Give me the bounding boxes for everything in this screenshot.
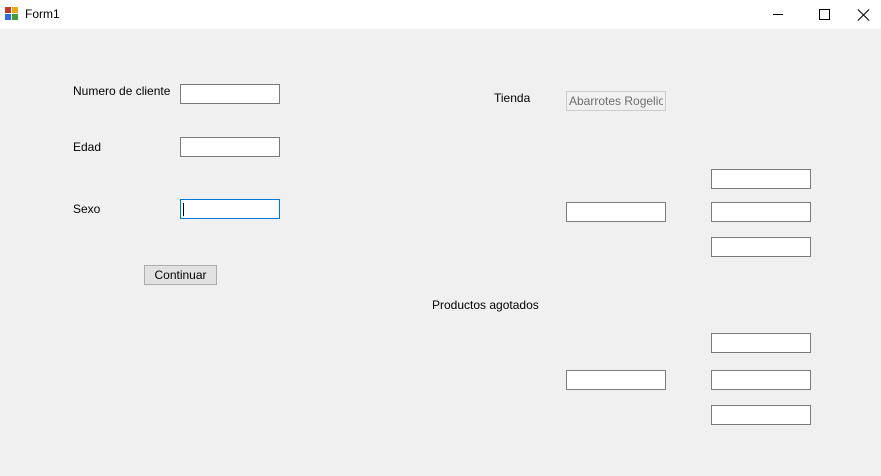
- group2-main-input[interactable]: [566, 370, 666, 390]
- age-input[interactable]: [180, 137, 280, 157]
- store-label: Tienda: [494, 91, 531, 105]
- minimize-button[interactable]: [755, 0, 801, 29]
- group2-item-input-2[interactable]: [711, 370, 811, 390]
- app-icon-blue-square: [5, 14, 11, 20]
- sex-input[interactable]: [180, 199, 280, 219]
- close-icon: [858, 9, 870, 21]
- client-number-input[interactable]: [180, 84, 280, 104]
- group1-item-input-1[interactable]: [711, 169, 811, 189]
- out-of-stock-label: Productos agotados: [432, 298, 539, 312]
- app-icon-red-square: [5, 7, 11, 13]
- sex-label: Sexo: [73, 202, 101, 216]
- group1-item-input-2[interactable]: [711, 202, 811, 222]
- client-number-label: Numero de cliente: [73, 84, 171, 98]
- age-label: Edad: [73, 140, 102, 154]
- minimize-icon: [773, 14, 783, 15]
- app-icon[interactable]: [5, 7, 19, 21]
- window-title: Form1: [25, 7, 60, 21]
- close-button[interactable]: [847, 0, 881, 29]
- group1-item-input-3[interactable]: [711, 237, 811, 257]
- group2-item-input-3[interactable]: [711, 405, 811, 425]
- title-bar[interactable]: Form1: [0, 0, 881, 29]
- group1-main-input[interactable]: [566, 202, 666, 222]
- maximize-button[interactable]: [801, 0, 847, 29]
- text-caret: [183, 203, 184, 216]
- app-icon-yellow-square: [12, 7, 18, 13]
- store-input: [566, 91, 666, 111]
- maximize-icon: [818, 9, 830, 20]
- app-icon-green-square: [12, 14, 18, 20]
- group2-item-input-1[interactable]: [711, 333, 811, 353]
- continue-button[interactable]: Continuar: [144, 265, 217, 285]
